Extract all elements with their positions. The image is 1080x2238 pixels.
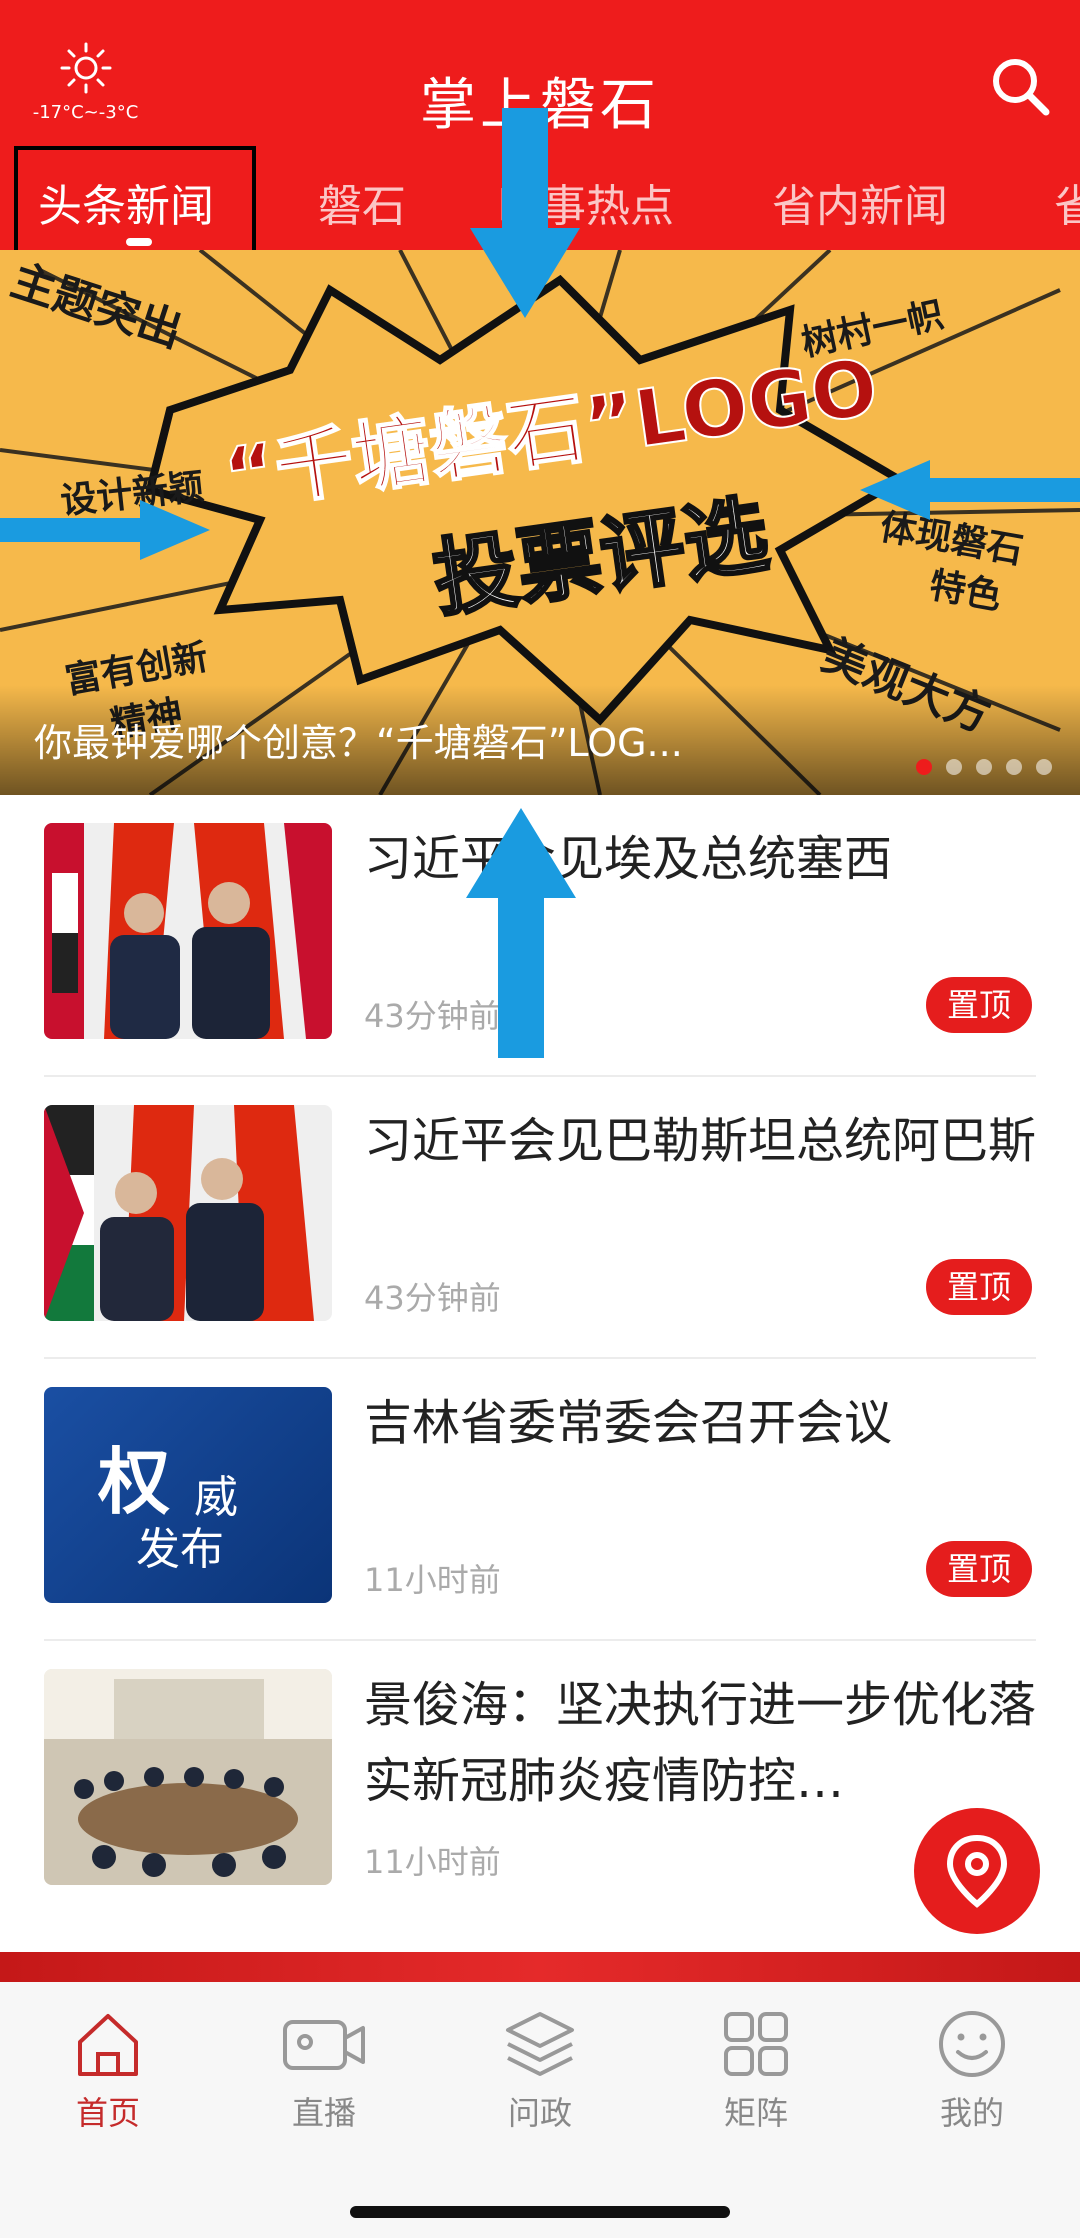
news-item[interactable]: 景俊海：坚决执行进一步优化落实新冠肺炎疫情防控… 11小时前 <box>44 1641 1036 1931</box>
pinned-badge: 置顶 <box>926 1541 1032 1597</box>
carousel-dot <box>946 759 962 775</box>
annotation-arrow-left <box>860 460 1080 520</box>
news-item[interactable]: 权 威 发布 吉林省委常委会召开会议 11小时前 置顶 <box>44 1359 1036 1641</box>
news-thumbnail <box>44 823 332 1039</box>
news-thumbnail <box>44 1105 332 1321</box>
news-title: 吉林省委常委会召开会议 <box>364 1395 893 1451</box>
nav-label: 我的 <box>939 2094 1004 2132</box>
location-pin-icon <box>946 1834 1008 1908</box>
nav-label: 直播 <box>291 2094 356 2132</box>
news-time: 11小时前 <box>364 1843 501 1881</box>
news-title: 习近平会见巴勒斯坦总统阿巴斯 <box>364 1113 1037 1169</box>
nav-inquiry[interactable]: 问政 <box>432 2006 648 2134</box>
tab-provincial-news[interactable]: 省内新闻 <box>772 170 948 234</box>
nav-label: 矩阵 <box>723 2094 788 2132</box>
home-icon <box>78 2014 138 2076</box>
banner-caption: 你最钟爱哪个创意？“千塘磐石”LOG... <box>34 721 683 765</box>
annotation-box <box>14 146 256 254</box>
news-title: 景俊海：坚决执行进一步优化落实新冠肺炎疫情防控… <box>364 1677 1037 1809</box>
carousel-dot <box>916 759 932 775</box>
annotation-arrow-up <box>466 808 576 1058</box>
banner-carousel[interactable]: 主题突出 设计新颖 富有创新 精神 树村一帜 体现磐石 特色 美观大方 “千塘磐… <box>0 250 1080 795</box>
bottom-navigation: 首页 直播 问政 矩阵 我的 <box>0 1982 1080 2238</box>
pinned-badge: 置顶 <box>926 1259 1032 1315</box>
search-icon <box>993 59 1050 116</box>
news-time: 43分钟前 <box>364 1279 501 1317</box>
carousel-dot <box>976 759 992 775</box>
news-item[interactable]: 习近平会见巴勒斯坦总统阿巴斯 43分钟前 置顶 <box>44 1077 1036 1359</box>
pinned-badge: 置顶 <box>926 977 1032 1033</box>
tab-panshi[interactable]: 磐石 <box>318 170 406 234</box>
home-indicator <box>350 2206 730 2218</box>
annotation-arrow-right <box>0 500 210 560</box>
nav-live[interactable]: 直播 <box>216 2006 432 2134</box>
carousel-dot <box>1036 759 1052 775</box>
smiley-icon <box>939 2011 1005 2077</box>
search-button[interactable] <box>988 54 1052 122</box>
location-button[interactable] <box>914 1808 1040 1934</box>
annotation-arrow-down <box>470 108 580 318</box>
tab-more[interactable]: 省 <box>1054 170 1080 234</box>
nav-label: 问政 <box>507 2094 572 2132</box>
carousel-dots <box>916 759 1052 775</box>
grid-icon <box>724 2012 788 2076</box>
promo-strip <box>0 1952 1080 1982</box>
news-thumbnail: 权 威 发布 <box>44 1387 332 1603</box>
nav-profile[interactable]: 我的 <box>864 2006 1080 2134</box>
carousel-dot <box>1006 759 1022 775</box>
nav-home[interactable]: 首页 <box>0 2006 216 2134</box>
thumb-text: 发布 <box>136 1524 224 1575</box>
nav-label: 首页 <box>75 2094 140 2132</box>
nav-matrix[interactable]: 矩阵 <box>648 2006 864 2134</box>
news-thumbnail <box>44 1669 332 1885</box>
video-camera-icon <box>283 2020 365 2070</box>
layers-icon <box>506 2012 574 2076</box>
news-time: 11小时前 <box>364 1561 501 1599</box>
